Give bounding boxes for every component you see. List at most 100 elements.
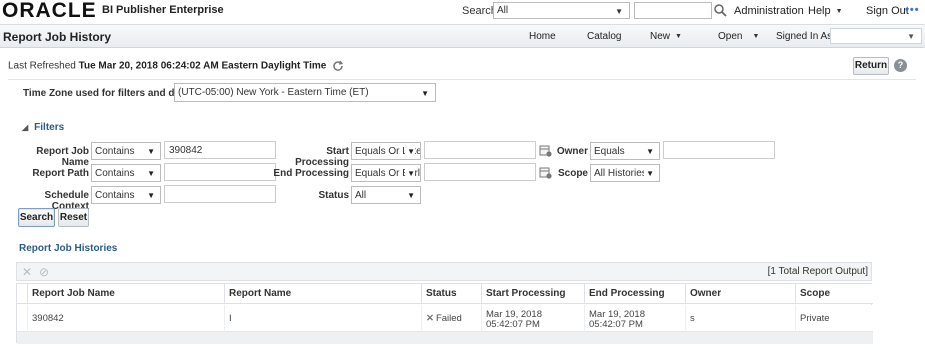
open-menu[interactable]: Open ▼ <box>718 31 759 42</box>
home-link[interactable]: Home <box>529 31 556 42</box>
help-menu-label: Help <box>808 5 831 17</box>
table-row[interactable]: 390842 I ✕ Failed Mar 19, 2018 05:42:07 P… <box>17 305 873 332</box>
end-processing-operator-select[interactable]: Equals Or Earlier ▼ <box>351 164 421 182</box>
collapse-triangle-icon: ◢ <box>22 123 29 132</box>
report-path-operator-select[interactable]: Contains ▼ <box>91 164 161 182</box>
filters-title: Filters <box>34 122 65 133</box>
last-refreshed-label: Last Refreshed <box>8 60 76 72</box>
histories-title: Report Job Histories <box>19 243 118 254</box>
cell-start-processing: Mar 19, 2018 05:42:07 PM <box>481 305 584 332</box>
scope-value: All Histories <box>594 168 647 179</box>
sign-out-link[interactable]: Sign Out <box>866 5 909 17</box>
failed-status-icon: ✕ <box>426 313 434 324</box>
schedule-context-input[interactable] <box>164 185 276 203</box>
chevron-down-icon: ▼ <box>907 32 915 41</box>
filters-toggle[interactable]: ◢ Filters <box>22 122 64 133</box>
help-icon[interactable]: ? <box>894 59 907 72</box>
signed-in-as-label: Signed In As <box>776 31 833 42</box>
chevron-down-icon: ▼ <box>405 169 415 178</box>
owner-input[interactable] <box>663 141 775 159</box>
end-processing-label: End Processing <box>273 168 349 179</box>
cancel-job-icon[interactable]: ⊘ <box>39 265 49 279</box>
more-icon[interactable]: ••• <box>905 4 920 16</box>
row-selector-header <box>17 284 27 304</box>
cell-owner: s <box>685 305 795 332</box>
search-label: Search <box>462 5 497 17</box>
search-icon[interactable] <box>713 3 727 17</box>
chevron-down-icon: ▼ <box>145 169 155 178</box>
open-menu-label: Open <box>718 31 743 42</box>
chevron-down-icon: ▼ <box>145 147 155 156</box>
reset-button[interactable]: Reset <box>58 208 89 227</box>
last-refreshed-value: Tue Mar 20, 2018 06:24:02 AM Eastern Day… <box>78 60 327 72</box>
schedule-context-operator-select[interactable]: Contains ▼ <box>91 186 161 204</box>
report-path-operator: Contains <box>95 168 135 179</box>
cell-report-name[interactable]: I <box>224 305 421 332</box>
chevron-down-icon: ▼ <box>145 191 155 200</box>
administration-link[interactable]: Administration <box>734 5 804 17</box>
search-button[interactable]: Search <box>18 208 55 227</box>
scope-select[interactable]: All Histories ▼ <box>590 164 660 182</box>
report-path-input[interactable] <box>164 163 276 181</box>
cell-status-text: Failed <box>435 313 462 324</box>
delete-icon[interactable]: ✕ <box>22 265 32 279</box>
owner-operator: Equals <box>594 146 625 157</box>
table-horizontal-scrollbar[interactable] <box>17 332 873 344</box>
report-job-name-operator: Contains <box>95 146 135 157</box>
product-name: BI Publisher Enterprise <box>102 4 224 16</box>
search-scope-value: All <box>497 5 509 16</box>
refresh-icon[interactable] <box>332 60 344 72</box>
page-title: Report Job History <box>3 30 112 44</box>
divider <box>8 79 916 80</box>
chevron-down-icon: ▼ <box>615 7 623 16</box>
start-processing-operator-select[interactable]: Equals Or Later ▼ <box>351 142 421 160</box>
timezone-value: (UTC-05:00) New York - Eastern Time (ET) <box>178 87 369 98</box>
cell-status[interactable]: ✕ Failed <box>421 305 481 332</box>
search-scope-select[interactable]: All ▼ <box>493 2 630 19</box>
column-header-scope[interactable]: Scope <box>795 284 873 304</box>
column-header-report-name[interactable]: Report Name <box>224 284 421 304</box>
new-menu[interactable]: New ▼ <box>650 31 682 42</box>
signed-in-user-menu[interactable]: ▼ <box>830 28 922 44</box>
column-header-report-job-name[interactable]: Report Job Name <box>27 284 224 304</box>
last-refreshed: Last Refreshed Tue Mar 20, 2018 06:24:02… <box>8 60 344 72</box>
column-header-end-processing[interactable]: End Processing <box>584 284 685 304</box>
chevron-down-icon: ▼ <box>421 89 429 98</box>
chevron-down-icon: ▼ <box>644 169 654 178</box>
row-selector[interactable] <box>17 305 27 332</box>
status-value: All <box>355 190 367 201</box>
report-job-name-input[interactable]: 390842 <box>164 141 276 159</box>
status-select[interactable]: All ▼ <box>351 186 421 204</box>
column-header-status[interactable]: Status <box>421 284 481 304</box>
page-header: Report Job History Home Catalog New ▼ Ope… <box>0 24 925 48</box>
chevron-down-icon: ▼ <box>405 191 415 200</box>
global-header: ORACLE BI Publisher Enterprise Search Al… <box>0 0 925 22</box>
search-input[interactable] <box>634 2 712 19</box>
column-header-owner[interactable]: Owner <box>685 284 795 304</box>
start-processing-label: Start Processing <box>295 146 349 168</box>
help-menu[interactable]: Help ▼ <box>808 5 843 17</box>
cell-report-job-name[interactable]: 390842 <box>27 305 224 332</box>
timezone-select[interactable]: (UTC-05:00) New York - Eastern Time (ET)… <box>174 83 436 102</box>
report-job-name-operator-select[interactable]: Contains ▼ <box>91 142 161 160</box>
cell-scope: Private <box>795 305 873 332</box>
report-job-histories-table: Report Job Name Report Name Status Start… <box>16 283 873 344</box>
status-label: Status <box>318 190 349 201</box>
chevron-down-icon: ▼ <box>835 7 843 15</box>
chevron-down-icon: ▼ <box>675 32 682 40</box>
chevron-down-icon: ▼ <box>752 32 760 40</box>
cell-end-processing: Mar 19, 2018 05:42:07 PM <box>584 305 685 332</box>
catalog-link[interactable]: Catalog <box>587 31 621 42</box>
table-header: Report Job Name Report Name Status Start… <box>17 284 873 304</box>
column-header-start-processing[interactable]: Start Processing <box>481 284 584 304</box>
schedule-context-operator: Contains <box>95 190 135 201</box>
end-processing-input[interactable] <box>424 163 536 181</box>
start-processing-input[interactable] <box>424 141 536 159</box>
scope-label: Scope <box>557 168 588 179</box>
owner-label: Owner <box>556 146 588 157</box>
return-button[interactable]: Return <box>853 57 889 75</box>
owner-operator-select[interactable]: Equals ▼ <box>590 142 660 160</box>
new-menu-label: New <box>650 31 671 42</box>
chevron-down-icon: ▼ <box>644 147 654 156</box>
chevron-down-icon: ▼ <box>405 147 415 156</box>
